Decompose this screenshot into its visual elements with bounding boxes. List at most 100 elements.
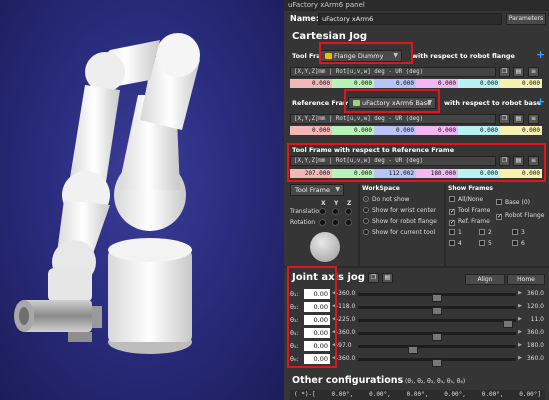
chevron-right-icon[interactable]: ▶ [518,342,522,348]
joint-slider[interactable] [358,358,516,367]
robot-viewport[interactable] [0,0,284,400]
joint-label: θ₄: [290,329,299,337]
tool-wrt-ref-values[interactable]: 207.000 0.000 112.002 180.000 0.000 0.000 [290,169,542,178]
align-button[interactable]: Align [465,274,505,285]
joint-row-4: θ₄: 0.00 ◀ -360.0 ▶ 360.0 [288,328,546,341]
slider-handle[interactable] [432,307,442,315]
cartesian-jog-title: Cartesian Jog [292,31,368,42]
frame-tool[interactable]: ✓ Tool Frame [449,207,490,215]
check-icon: ✓ [449,219,456,226]
joint-slider[interactable] [358,306,516,315]
joint-max: 11.0 [530,316,544,323]
jog-frame-select[interactable]: Tool Frame ▼ [290,184,344,196]
slider-handle[interactable] [432,333,442,341]
chevron-right-icon[interactable]: ▶ [518,329,522,335]
joint-min: -360.0 [336,355,356,362]
reference-frame-values[interactable]: 0.000 0.000 0.000 0.000 0.000 0.000 [290,126,542,135]
joint-min: -360.0 [336,290,356,297]
frame-all-none[interactable]: All/None [449,196,483,203]
joint-slider[interactable] [358,345,516,354]
window-title: uFactory xArm6 panel [284,0,549,11]
jog-rz[interactable] [345,219,352,226]
parameters-button[interactable]: Parameters [506,13,546,25]
menu-icon[interactable]: ≡ [528,114,539,124]
slider-handle[interactable] [503,320,514,328]
joint-value-input[interactable]: 0.00 [304,315,330,325]
reference-frame-suffix: with respect to robot base [444,99,542,107]
frame-4[interactable]: 4 [449,240,462,247]
reference-frame-label: Reference Frame [292,99,355,107]
joint-value-input[interactable]: 0.00 [304,289,330,299]
joint-value-input[interactable]: 0.00 [304,354,330,364]
jog-rx[interactable] [319,219,326,226]
joint-jog-title: Joint axis jog [292,272,365,283]
jog-ry[interactable] [332,219,339,226]
workspace-option-3[interactable]: Show for current tool [363,229,435,236]
checkbox-icon [449,240,455,246]
joint-slider[interactable] [358,293,516,302]
frame-5[interactable]: 5 [479,240,492,247]
joint-label: θ₅: [290,342,299,350]
workspace-title: WorkSpace [362,185,400,192]
chevron-right-icon[interactable]: ▶ [518,290,522,296]
menu-icon[interactable]: ≡ [528,156,539,166]
joint-value-input[interactable]: 0.00 [304,341,330,351]
joint-min: -97.0 [336,342,352,349]
paste-icon[interactable]: ▤ [513,156,524,166]
chevron-right-icon[interactable]: ▶ [518,316,522,322]
slider-handle[interactable] [408,346,419,354]
copy-icon[interactable]: ❐ [499,67,510,77]
frame-robot-flange[interactable]: ✓ Robot Flange [496,212,544,220]
checkbox-icon [479,240,485,246]
frame-3[interactable]: 3 [512,229,525,236]
chevron-right-icon[interactable]: ▶ [518,303,522,309]
name-input[interactable]: uFactory xArm6 [318,13,502,25]
joint-slider[interactable] [358,332,516,341]
rotation-label: Rotation [290,219,316,226]
copy-icon[interactable]: ❐ [368,273,379,283]
frame-2[interactable]: 2 [479,229,492,236]
frame-6[interactable]: 6 [512,240,525,247]
tool-wrt-ref-title: Tool Frame with respect to Reference Fra… [292,146,455,154]
add-tool-icon[interactable]: + [536,49,545,60]
jog-tz[interactable] [345,208,352,215]
chevron-right-icon[interactable]: ▶ [518,355,522,361]
joint-row-6: θ₆: 0.00 ◀ -360.0 ▶ 360.0 [288,354,546,367]
paste-icon[interactable]: ▤ [513,67,524,77]
axis-y-label: Y [334,200,339,207]
jog-tx[interactable] [319,208,326,215]
frame-ref[interactable]: ✓ Ref. Frame [449,218,490,226]
joint-value-input[interactable]: 0.00 [304,328,330,338]
joint-slider[interactable] [358,319,516,328]
workspace-option-1[interactable]: Show for wrist center [363,207,436,214]
checkbox-icon [449,196,455,202]
add-reference-icon[interactable]: + [536,96,545,107]
joint-max: 120.0 [526,303,544,310]
workspace-option-2[interactable]: Show for robot flange [363,218,437,225]
paste-icon[interactable]: ▤ [382,273,393,283]
reference-frame-header: [X,Y,Z]mm | Rot[u,v,w] deg - UR (deg) [290,114,496,124]
joint-min: -360.0 [336,329,356,336]
joint-label: θ₂: [290,303,299,311]
tool-frame-select[interactable]: Flange Dummy ▼ [320,50,402,62]
tool-wrt-ref-header: [X,Y,Z]mm | Rot[u,v,w] deg - UR (deg) [290,156,496,166]
tool-frame-values[interactable]: 0.000 0.000 0.000 0.000 0.000 0.000 [290,79,542,88]
frame-base[interactable]: Base (0) [496,199,530,206]
joint-row-3: θ₃: 0.00 ◀ -225.0 ▶ 11.0 [288,315,546,328]
frame-1[interactable]: 1 [449,229,462,236]
other-config-row[interactable]: ( *)-[0.00°, 0.00°, 0.00°, 0.00°, 0.00°, 0.00… [290,390,545,400]
menu-icon[interactable]: ≡ [528,67,539,77]
jog-ty[interactable] [332,208,339,215]
joint-min: -225.0 [336,316,356,323]
joint-max: 360.0 [526,355,544,362]
paste-icon[interactable]: ▤ [513,114,524,124]
slider-handle[interactable] [432,359,442,367]
reference-frame-select[interactable]: uFactory xArm6 Base ▼ [348,97,436,109]
copy-icon[interactable]: ❐ [499,114,510,124]
copy-icon[interactable]: ❐ [499,156,510,166]
home-button[interactable]: Home [507,274,545,285]
slider-handle[interactable] [432,294,442,302]
joint-value-input[interactable]: 0.00 [304,302,330,312]
workspace-option-0[interactable]: Do not show [363,196,409,203]
jog-joystick[interactable] [310,232,340,262]
